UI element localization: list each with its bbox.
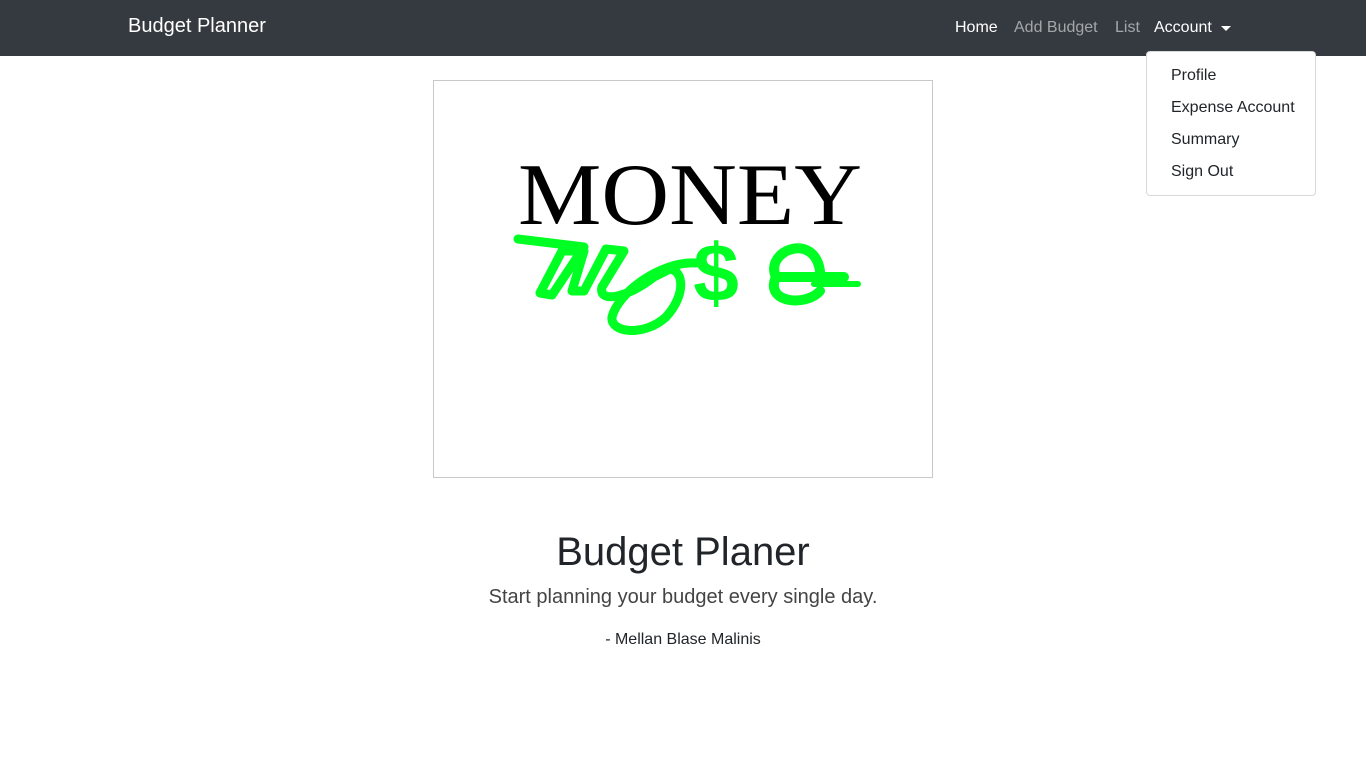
logo-e-mark [768,243,849,306]
brand-link[interactable]: Budget Planner [128,15,266,38]
logo-wise-mark [513,234,701,335]
nav-account-dropdown-toggle[interactable]: Account [1154,19,1231,37]
dropdown-item-expense-account[interactable]: Expense Account [1147,92,1315,124]
dropdown-item-profile[interactable]: Profile [1147,60,1315,92]
nav-list-link[interactable]: List [1115,19,1140,37]
caret-down-icon [1220,26,1231,31]
logo-text-money: MONEY [518,147,862,244]
dropdown-item-sign-out[interactable]: Sign Out [1147,156,1315,188]
logo-dollar-sign: $ [693,228,739,319]
account-dropdown-menu: Profile Expense Account Summary Sign Out [1146,51,1316,196]
nav-home-link[interactable]: Home [955,19,998,37]
nav-add-budget-link[interactable]: Add Budget [1014,19,1098,37]
hero-lead-text: Start planning your budget every single … [488,586,878,608]
account-label: Account [1154,19,1212,36]
dropdown-item-summary[interactable]: Summary [1147,124,1315,156]
page-title: Budget Planer [556,530,810,574]
top-navbar: Budget Planner Home Add Budget List Acco… [0,0,1366,56]
money-wise-logo: MONEY $ [513,147,862,335]
logo-image: MONEY $ [433,80,933,478]
hero-author: - Mellan Blase Malinis [605,631,761,648]
